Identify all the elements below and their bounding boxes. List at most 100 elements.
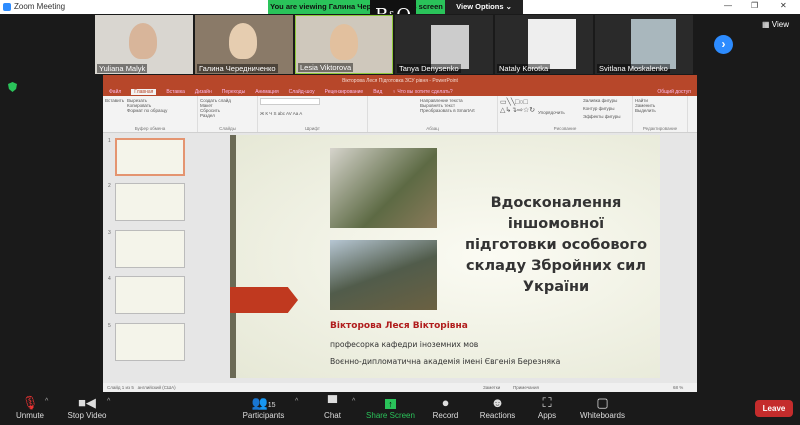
slide-position: професорка кафедри іноземних мов [330, 340, 479, 349]
unmute-button[interactable]: 🎙 Unmute [10, 394, 50, 420]
share-screen-label: Share Screen [366, 411, 415, 420]
participant-count: 15 [267, 402, 276, 409]
video-tile[interactable]: Yuliana Malyk [95, 15, 193, 74]
video-tile-active[interactable]: Lesia Viktorova [295, 15, 393, 74]
video-tile[interactable]: Галина Чередниченко [195, 15, 293, 74]
tab-transitions[interactable]: Переходы [222, 89, 245, 95]
tab-review[interactable]: Рецензирование [325, 89, 364, 95]
video-tile[interactable]: Nataly Korotka [495, 15, 593, 74]
ribbon: Вставить Вырезать Копировать Формат по обра… [103, 96, 697, 133]
tab-home[interactable]: Главная [131, 88, 157, 95]
group-label: Рисование [553, 126, 577, 131]
slide-thumbnail[interactable] [115, 276, 185, 314]
font-format-buttons[interactable]: Ж К Ч S abc AV Aa A [260, 111, 365, 116]
comments-button[interactable]: Примечания [513, 383, 539, 392]
stop-video-button[interactable]: ■◀ Stop Video [62, 394, 112, 420]
slide-author: Вікторова Леся Вікторівна [330, 321, 468, 331]
shape-outline-button[interactable]: Контур фигуры [583, 106, 614, 111]
slide-counter: Слайд 1 из 5 [107, 385, 134, 390]
classroom-photo [330, 148, 437, 228]
view-options-button[interactable]: View Options ⌄ [445, 0, 523, 14]
arrange-button[interactable]: Упорядочить [538, 110, 565, 115]
shape-effects-button[interactable]: Эффекты фигуры [583, 114, 621, 119]
participant-name: Nataly Korotka [497, 64, 551, 73]
close-button[interactable]: ✕ [780, 1, 787, 10]
record-label: Record [432, 411, 459, 420]
mic-muted-icon: 🎙 [21, 395, 39, 410]
language-status[interactable]: английский (США) [138, 385, 176, 390]
video-options-caret[interactable]: ^ [107, 398, 110, 405]
group-label: Абзац [426, 126, 439, 131]
select-button[interactable]: Выделить [635, 108, 685, 113]
ppt-title: Вікторова Леся Підготовка ЗСУ рівня - Po… [103, 75, 697, 87]
slide-thumbnail[interactable] [115, 323, 185, 361]
slide-thumbnail[interactable] [115, 138, 185, 176]
participants-options-caret[interactable]: ^ [295, 398, 298, 405]
record-icon: ● [441, 395, 450, 410]
notes-button[interactable]: Заметки [483, 383, 500, 392]
font-name-select[interactable] [260, 98, 320, 105]
reactions-icon: ☻ [490, 395, 505, 410]
group-label: Буфер обмена [134, 126, 166, 131]
thumb-number: 1 [108, 138, 111, 144]
tell-me[interactable]: ♀ Что вы хотите сделать? [392, 89, 452, 95]
record-button[interactable]: ● Record [428, 394, 463, 420]
reactions-button[interactable]: ☻ Reactions [475, 394, 520, 420]
paragraph-group: Направление текста Выровнять текст Преобра… [368, 96, 498, 132]
slide-thumbnails: 1 2 3 4 5 [103, 133, 200, 383]
leave-button[interactable]: Leave [755, 400, 793, 417]
participants-label: Participants [242, 411, 285, 420]
stop-video-label: Stop Video [67, 411, 107, 420]
whiteboards-button[interactable]: ▢ Whiteboards [575, 394, 630, 420]
slide-thumbnail[interactable] [115, 230, 185, 268]
soldiers-photo [330, 240, 437, 310]
whiteboard-icon: ▢ [596, 395, 609, 410]
next-page-icon[interactable]: › [714, 35, 733, 54]
slide-thumbnail[interactable] [115, 183, 185, 221]
thumb-number: 3 [108, 230, 111, 236]
chat-button[interactable]: ▀ Chat [315, 394, 350, 420]
tab-view[interactable]: Вид [373, 89, 382, 95]
shared-powerpoint-window: Вікторова Леся Підготовка ЗСУ рівня - Po… [103, 75, 697, 392]
reactions-label: Reactions [479, 411, 516, 420]
audio-options-caret[interactable]: ^ [45, 398, 48, 405]
thumb-number: 5 [108, 323, 111, 329]
participant-name: Tanya Denysenko [397, 64, 461, 73]
whiteboards-label: Whiteboards [580, 411, 625, 420]
participant-name: Svitlana Moskalenko [597, 64, 670, 73]
restore-button[interactable]: ❐ [751, 1, 758, 10]
participants-button[interactable]: 👥15 Participants [236, 394, 291, 420]
tab-insert[interactable]: Вставка [166, 89, 185, 95]
apps-icon: ⛶ [542, 395, 552, 410]
tab-file[interactable]: Файл [109, 89, 121, 95]
video-tile[interactable]: Tanya Denysenko [395, 15, 493, 74]
chat-icon: ▀ [327, 395, 338, 410]
smartart-button[interactable]: Преобразовать в SmartArt [420, 108, 495, 113]
share-screen-icon: ↑ [363, 394, 418, 411]
format-painter-button[interactable]: Формат по образцу [127, 108, 195, 113]
red-arrow-shape [230, 287, 298, 313]
apps-button[interactable]: ⛶ Apps [532, 394, 562, 420]
tab-slideshow[interactable]: Слайд-шоу [289, 89, 315, 95]
thumb-number: 4 [108, 276, 111, 282]
encryption-shield-icon[interactable] [8, 82, 17, 92]
chat-options-caret[interactable]: ^ [352, 398, 355, 405]
video-tile[interactable]: Svitlana Moskalenko [595, 15, 693, 74]
section-button[interactable]: Раздел [200, 113, 255, 118]
tab-design[interactable]: Дизайн [195, 89, 212, 95]
ppt-status-bar: Слайд 1 из 5 английский (США) Заметки Пр… [103, 383, 697, 392]
zoom-logo-icon [3, 3, 11, 11]
editing-group: Найти Заменить Выделить Редактирование [633, 96, 688, 132]
tab-animations[interactable]: Анимация [255, 89, 278, 95]
chat-label: Chat [324, 411, 341, 420]
viewing-banner: You are viewing Галина Чередниченко's sc… [268, 0, 445, 14]
share-button[interactable]: Общий доступ [657, 89, 691, 95]
slides-group: Создать слайд Макет Сбросить Раздел Слайды [198, 96, 258, 132]
share-screen-button[interactable]: ↑ Share Screen [363, 394, 418, 420]
clipboard-group: Вставить Вырезать Копировать Формат по обра… [103, 96, 198, 132]
minimize-button[interactable]: — [724, 1, 732, 10]
view-button[interactable]: ▦ View [762, 20, 789, 29]
shape-fill-button[interactable]: Заливка фигуры [583, 98, 617, 103]
meeting-toolbar: 🎙 Unmute ■◀ Stop Video 👥15 Participants ▀ Ch… [0, 392, 800, 425]
zoom-level[interactable]: 68 % [673, 383, 683, 392]
